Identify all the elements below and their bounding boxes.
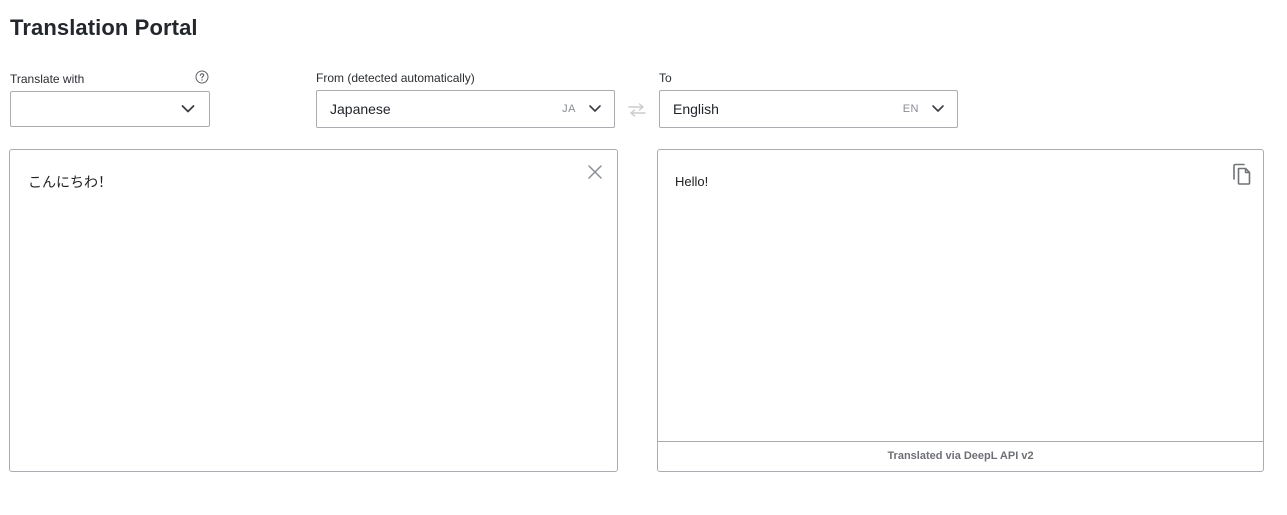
engine-select[interactable] <box>10 91 210 127</box>
source-language-code: JA <box>562 103 576 115</box>
target-text: Hello! <box>675 174 709 189</box>
page-title: Translation Portal <box>10 15 198 40</box>
source-language-label: From (detected automatically) <box>316 71 475 85</box>
target-language-label: To <box>659 71 672 85</box>
copy-icon[interactable] <box>1231 162 1253 186</box>
target-language-value: English <box>673 101 719 117</box>
engine-label: Translate with <box>10 72 85 86</box>
source-language-select[interactable]: Japanese JA <box>316 90 615 128</box>
close-icon[interactable] <box>587 164 603 180</box>
source-language-value: Japanese <box>330 101 391 117</box>
source-text[interactable]: こんにちわ！ <box>28 172 112 192</box>
chevron-down-icon <box>932 105 944 112</box>
target-language-select[interactable]: English EN <box>659 90 958 128</box>
chevron-down-icon <box>181 105 195 113</box>
question-circle-icon[interactable] <box>195 70 209 84</box>
source-text-panel[interactable]: こんにちわ！ <box>9 149 618 472</box>
target-language-code: EN <box>902 103 919 115</box>
target-text-panel: Hello! Translated via DeepL API v2 <box>657 149 1264 472</box>
chevron-down-icon <box>589 105 601 112</box>
translation-footer: Translated via DeepL API v2 <box>658 441 1263 471</box>
swap-arrows-icon[interactable] <box>627 103 647 117</box>
